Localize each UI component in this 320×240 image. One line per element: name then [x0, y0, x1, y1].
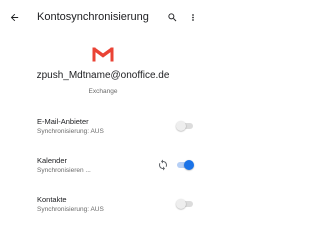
gmail-icon: [92, 47, 114, 62]
sync-item-title: Kontakte: [37, 195, 67, 204]
sync-item-status: Synchronisierung: AUS: [37, 206, 104, 213]
calendar-sync-toggle[interactable]: [175, 159, 195, 171]
arrow-back-icon: [10, 13, 18, 21]
sync-item-calendar[interactable]: Kalender Synchronisieren ...: [0, 156, 206, 188]
back-button[interactable]: [7, 10, 21, 24]
search-button[interactable]: [166, 10, 178, 24]
sync-item-status: Synchronisieren ...: [37, 167, 91, 174]
sync-item-contacts[interactable]: Kontakte Synchronisierung: AUS: [0, 195, 206, 227]
sync-icon: [159, 159, 167, 171]
sync-item-email[interactable]: E-Mail-Anbieter Synchronisierung: AUS: [0, 117, 206, 149]
more-vert-icon: [192, 13, 194, 21]
toggle-thumb: [176, 121, 186, 131]
sync-item-status: Synchronisierung: AUS: [37, 128, 104, 135]
app-toolbar: Kontosynchronisierung: [0, 0, 206, 34]
sync-item-title: E-Mail-Anbieter: [37, 117, 89, 126]
more-options-button[interactable]: [188, 10, 198, 24]
account-email: zpush_Mdtname@onoffice.de: [36, 70, 170, 81]
email-sync-toggle[interactable]: [175, 120, 195, 132]
toggle-thumb: [176, 199, 186, 209]
sync-item-title: Kalender: [37, 156, 68, 165]
account-type: Exchange: [88, 88, 118, 95]
search-icon: [167, 12, 176, 21]
contacts-sync-toggle[interactable]: [175, 198, 195, 210]
page-title: Kontosynchronisierung: [37, 11, 149, 23]
toggle-thumb: [184, 160, 194, 170]
